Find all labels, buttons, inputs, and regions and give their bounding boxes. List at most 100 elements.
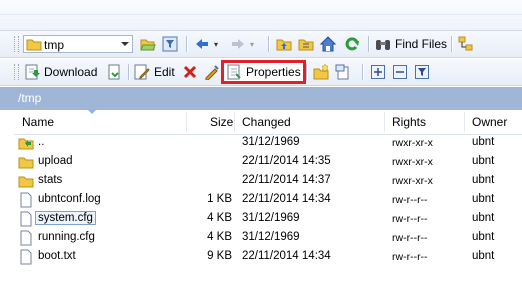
column-header: Name Size Changed Rights Owner xyxy=(14,110,522,135)
file-changed: 22/11/2014 14:34 xyxy=(242,193,331,205)
folder-icon xyxy=(18,154,34,173)
file-changed: 31/12/1969 xyxy=(242,212,300,224)
file-name: boot.txt xyxy=(38,250,76,262)
new-folder-icon xyxy=(313,64,329,80)
file-row[interactable]: boot.txt 9 KB 22/11/2014 14:34 rw-r--r--… xyxy=(14,248,522,267)
file-row-selected[interactable]: system.cfg 4 KB 31/12/1969 rw-r--r-- ubn… xyxy=(14,210,522,229)
refresh-icon xyxy=(344,36,360,52)
minus-icon xyxy=(392,64,408,80)
select-all-button[interactable] xyxy=(370,62,386,82)
file-icon xyxy=(18,249,34,268)
chevron-down-icon[interactable] xyxy=(121,42,129,46)
top-band xyxy=(0,0,522,31)
file-rights: rwxr-xr-x xyxy=(392,175,433,187)
file-name: ubntconf.log xyxy=(38,193,101,205)
open-folder-icon xyxy=(140,36,156,52)
file-icon xyxy=(18,192,34,211)
file-rights: rw-r--r-- xyxy=(392,213,428,225)
file-size: 1 KB xyxy=(207,193,232,205)
file-row[interactable]: ubntconf.log 1 KB 22/11/2014 14:34 rw-r-… xyxy=(14,191,522,210)
file-row[interactable]: stats 22/11/2014 14:37 rwxr-xr-x ubnt xyxy=(14,172,522,191)
find-files-button[interactable]: Find Files xyxy=(375,34,447,54)
file-icon xyxy=(18,230,34,249)
new-file-button[interactable] xyxy=(335,62,351,82)
file-changed: 31/12/1969 xyxy=(242,136,300,148)
filter-button[interactable] xyxy=(162,34,178,54)
arrow-left-icon xyxy=(194,36,210,52)
toolbar-grip[interactable] xyxy=(14,64,19,80)
delete-button[interactable] xyxy=(182,62,198,82)
refresh-button[interactable] xyxy=(344,34,360,54)
file-owner: ubnt xyxy=(472,136,495,148)
file-owner: ubnt xyxy=(472,231,495,243)
folder-icon xyxy=(26,36,42,52)
file-size: 4 KB xyxy=(207,231,232,243)
file-row[interactable]: upload 22/11/2014 14:35 rwxr-xr-x ubnt xyxy=(14,153,522,172)
file-list: Name Size Changed Rights Owner .. 31/12/… xyxy=(14,110,522,291)
path-bar: /tmp xyxy=(0,87,522,110)
edit-icon xyxy=(134,64,150,80)
open-directory-button[interactable] xyxy=(140,34,156,54)
forward-button[interactable]: ▾ xyxy=(230,34,254,54)
filter-icon xyxy=(162,36,178,52)
root-directory-button[interactable] xyxy=(298,34,314,54)
chevron-down-icon[interactable]: ▾ xyxy=(250,40,254,49)
properties-label: Properties xyxy=(246,65,301,79)
folder-icon xyxy=(18,173,34,192)
file-size: 4 KB xyxy=(207,212,232,224)
edit-button[interactable]: Edit xyxy=(134,62,175,82)
file-name: upload xyxy=(38,155,73,167)
new-file-icon xyxy=(335,64,351,80)
file-changed: 22/11/2014 14:35 xyxy=(242,155,331,167)
chevron-down-icon[interactable]: ▾ xyxy=(214,40,218,49)
properties-icon xyxy=(226,64,242,80)
edit-label: Edit xyxy=(154,65,175,79)
column-name[interactable]: Name xyxy=(22,115,54,129)
file-size: 9 KB xyxy=(207,250,232,262)
home-button[interactable] xyxy=(320,34,336,54)
file-rights: rw-r--r-- xyxy=(392,232,428,244)
new-folder-button[interactable] xyxy=(313,62,329,82)
back-button[interactable]: ▾ xyxy=(194,34,218,54)
plus-icon xyxy=(370,64,386,80)
arrow-right-icon xyxy=(230,36,246,52)
delete-icon xyxy=(182,64,198,80)
file-owner: ubnt xyxy=(472,193,495,205)
filter-select-button[interactable] xyxy=(414,62,430,82)
properties-button[interactable]: Properties xyxy=(221,60,306,84)
download-options-icon xyxy=(106,64,122,80)
column-size[interactable]: Size xyxy=(210,115,233,129)
column-rights[interactable]: Rights xyxy=(392,115,426,129)
file-owner: ubnt xyxy=(472,155,495,167)
toolbar-grip[interactable] xyxy=(14,36,19,52)
rename-button[interactable] xyxy=(204,62,220,82)
file-rights: rw-r--r-- xyxy=(392,194,428,206)
parent-folder-icon xyxy=(18,135,34,154)
rename-icon xyxy=(204,64,220,80)
file-owner: ubnt xyxy=(472,174,495,186)
file-name: system.cfg xyxy=(35,211,96,225)
current-path: /tmp xyxy=(18,91,42,105)
file-owner: ubnt xyxy=(472,212,495,224)
binoculars-icon xyxy=(375,36,391,52)
unselect-all-button[interactable] xyxy=(392,62,408,82)
download-options-button[interactable] xyxy=(106,62,122,82)
download-button[interactable]: Download xyxy=(24,62,97,82)
parent-directory-button[interactable] xyxy=(276,34,292,54)
file-name: .. xyxy=(38,136,45,148)
download-icon xyxy=(24,64,40,80)
tree-view-icon xyxy=(458,36,474,52)
tree-view-button[interactable] xyxy=(458,34,474,54)
location-combobox[interactable]: tmp xyxy=(23,35,133,53)
file-toolbar: Download Edit Properties xyxy=(0,59,522,86)
sort-arrow-icon xyxy=(88,110,96,114)
file-row[interactable]: .. 31/12/1969 rwxr-xr-x ubnt xyxy=(14,134,522,153)
file-name: running.cfg xyxy=(38,231,95,243)
file-row[interactable]: running.cfg 4 KB 31/12/1969 rw-r--r-- ub… xyxy=(14,229,522,248)
file-name: stats xyxy=(38,174,63,186)
file-changed: 31/12/1969 xyxy=(242,231,300,243)
column-owner[interactable]: Owner xyxy=(472,115,507,129)
find-files-label: Find Files xyxy=(395,37,448,51)
parent-folder-icon xyxy=(276,36,292,52)
column-changed[interactable]: Changed xyxy=(242,115,291,129)
